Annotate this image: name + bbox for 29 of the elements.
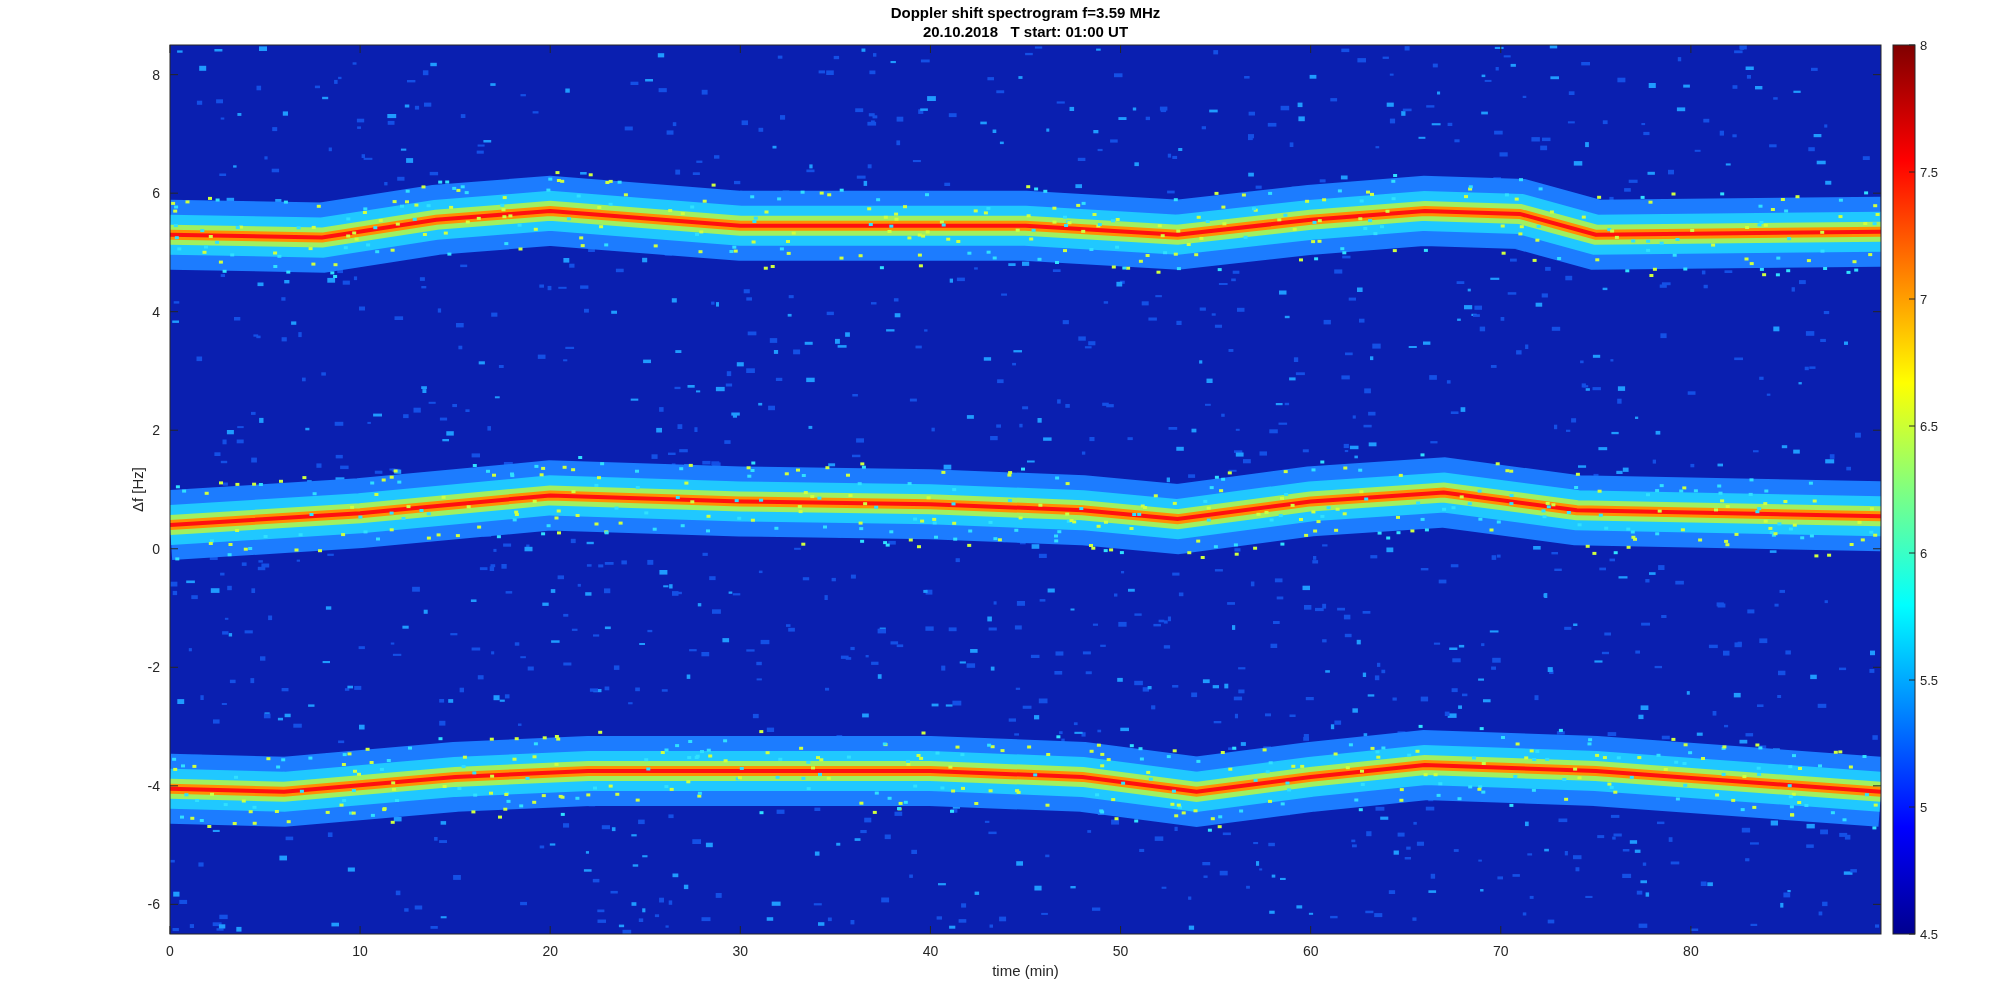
colorbar-tick-label: 8 <box>1920 38 1928 53</box>
chart-title: Doppler shift spectrogram f=3.59 MHz <box>890 4 1161 21</box>
axis-label: Δf [Hz] <box>129 467 146 512</box>
tick-label: 20 <box>542 943 558 959</box>
tick-label: 0 <box>166 943 174 959</box>
tick-label: 70 <box>1493 943 1509 959</box>
tick-label: 6 <box>152 185 160 202</box>
colorbar-tick-label: 7 <box>1920 292 1928 307</box>
tick-label: 4 <box>152 303 160 320</box>
colorbar-tick-label: 5.5 <box>1920 673 1939 688</box>
tick-label: 8 <box>152 66 160 83</box>
tick-label: 50 <box>1112 943 1129 959</box>
tick-label: 30 <box>732 943 749 959</box>
colorbar-tick-label: 6.5 <box>1920 419 1939 434</box>
colorbar-tick-label: 4.5 <box>1920 927 1939 942</box>
tick-label: -6 <box>147 896 160 913</box>
chart-subtitle: 20.10.2018 T start: 01:00 UT <box>922 23 1129 40</box>
tick-label: 0 <box>152 540 160 557</box>
colorbar-tick-label: 5 <box>1920 800 1928 815</box>
colorbar-tick-label: 6 <box>1920 546 1928 561</box>
axis-label: time (min) <box>992 962 1059 979</box>
colorbar-tick-label: 7.5 <box>1920 165 1939 180</box>
tick-label: 40 <box>922 943 939 959</box>
tick-label: -4 <box>147 777 160 794</box>
tick-label: -2 <box>147 659 160 676</box>
tick-label: 2 <box>152 422 160 439</box>
tick-label: 10 <box>352 943 368 959</box>
tick-label: 60 <box>1302 943 1319 959</box>
tick-label: 80 <box>1683 943 1699 959</box>
